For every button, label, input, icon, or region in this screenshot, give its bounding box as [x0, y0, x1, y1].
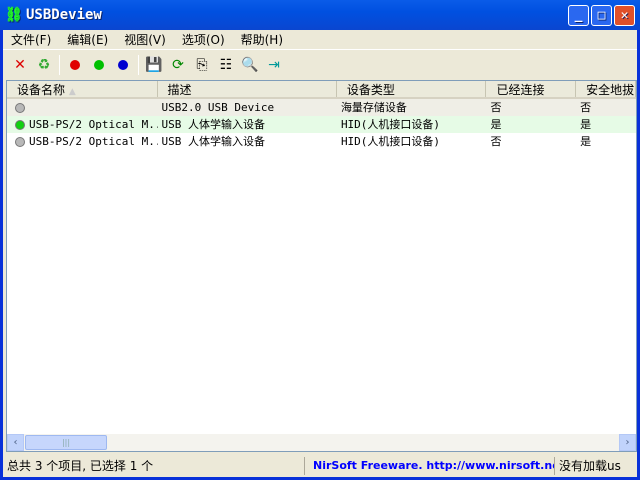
column-device-name[interactable]: 设备名称 ▲: [7, 81, 158, 97]
toolbar-separator: [59, 54, 60, 75]
cell-device-type: 海量存储设备: [340, 101, 407, 114]
device-name: USB-PS/2 Optical M...: [29, 135, 158, 148]
menu-file[interactable]: 文件(F): [3, 31, 59, 48]
status-gray-icon: [15, 137, 25, 147]
save-icon[interactable]: 💾: [145, 56, 163, 74]
maximize-button[interactable]: □: [591, 5, 612, 26]
cell-connected: 否: [490, 135, 502, 148]
status-gray-icon: [15, 103, 25, 113]
uninstall-icon[interactable]: ♻: [35, 56, 53, 74]
horizontal-scrollbar[interactable]: ‹ ||| ›: [7, 434, 636, 451]
cell-device-name: [7, 99, 158, 116]
status-right: 没有加载us: [559, 459, 621, 473]
cell-device-name: USB-PS/2 Optical M...: [7, 133, 158, 150]
scroll-thumb[interactable]: |||: [25, 435, 107, 450]
cell-safe-remove: 是: [580, 135, 592, 148]
status-green-icon: [15, 120, 25, 130]
title-bar: ⛓ USBDeview _ □ ✕: [0, 0, 640, 30]
copy-icon[interactable]: ⎘: [193, 56, 211, 74]
status-bar: 总共 3 个项目, 已选择 1 个 NirSoft Freeware. http…: [3, 455, 637, 477]
cell-connected: 是: [490, 118, 502, 131]
toolbar-separator: [138, 54, 139, 75]
window-title: USBDeview: [26, 7, 102, 23]
cell-connected: 否: [490, 101, 502, 114]
main-window: ⛓ USBDeview _ □ ✕ 文件(F) 编辑(E) 视图(V) 选项(O…: [0, 0, 640, 480]
column-safe-remove[interactable]: 安全地拔: [576, 81, 636, 97]
menu-view[interactable]: 视图(V): [116, 31, 174, 48]
delete-icon[interactable]: ✕: [11, 56, 29, 74]
cell-description: USB 人体学输入设备: [161, 118, 266, 131]
nirsoft-link[interactable]: NirSoft Freeware. http://www.nirsoft.net: [305, 457, 555, 475]
cell-description: USB2.0 USB Device: [161, 101, 275, 114]
menu-bar: 文件(F) 编辑(E) 视图(V) 选项(O) 帮助(H): [3, 30, 637, 50]
table-row[interactable]: USB2.0 USB Device 海量存储设备 否 否: [7, 99, 636, 116]
table-row[interactable]: USB-PS/2 Optical M... USB 人体学输入设备 HID(人机…: [7, 133, 636, 150]
cell-description: USB 人体学输入设备: [161, 135, 266, 148]
refresh-icon[interactable]: ⟳: [169, 56, 187, 74]
minimize-button[interactable]: _: [568, 5, 589, 26]
menu-edit[interactable]: 编辑(E): [59, 31, 116, 48]
table-row[interactable]: USB-PS/2 Optical M... USB 人体学输入设备 HID(人机…: [7, 116, 636, 133]
column-description[interactable]: 描述: [158, 81, 337, 97]
scroll-right-button[interactable]: ›: [619, 434, 636, 451]
column-connected[interactable]: 已经连接: [486, 81, 577, 97]
exit-icon[interactable]: ⇥: [265, 56, 283, 74]
toolbar: ✕ ♻ 💾 ⟳ ⎘ ☷ 🔍 ⇥: [3, 51, 637, 78]
green-dot-icon[interactable]: [90, 56, 108, 74]
status-summary: 总共 3 个项目, 已选择 1 个: [3, 457, 305, 475]
find-icon[interactable]: 🔍: [241, 56, 259, 74]
cell-safe-remove: 是: [580, 118, 592, 131]
cell-safe-remove: 否: [580, 101, 592, 114]
menu-options[interactable]: 选项(O): [174, 31, 233, 48]
cell-device-type: HID(人机接口设备): [340, 118, 441, 131]
close-button[interactable]: ✕: [614, 5, 635, 26]
red-dot-icon[interactable]: [66, 56, 84, 74]
sort-asc-icon: ▲: [68, 87, 76, 97]
usb-icon: ⛓: [5, 7, 23, 23]
cell-device-name: USB-PS/2 Optical M...: [7, 116, 158, 133]
column-device-type[interactable]: 设备类型: [337, 81, 487, 97]
device-name: USB-PS/2 Optical M...: [29, 118, 158, 131]
properties-icon[interactable]: ☷: [217, 56, 235, 74]
menu-help[interactable]: 帮助(H): [233, 31, 291, 48]
column-label: 设备名称: [17, 83, 66, 97]
scroll-left-button[interactable]: ‹: [7, 434, 24, 451]
blue-dot-icon[interactable]: [114, 56, 132, 74]
list-header: 设备名称 ▲ 描述 设备类型 已经连接 安全地拔: [7, 81, 636, 99]
device-list[interactable]: 设备名称 ▲ 描述 设备类型 已经连接 安全地拔 USB2.0 USB Devi…: [6, 80, 637, 452]
cell-device-type: HID(人机接口设备): [340, 135, 441, 148]
